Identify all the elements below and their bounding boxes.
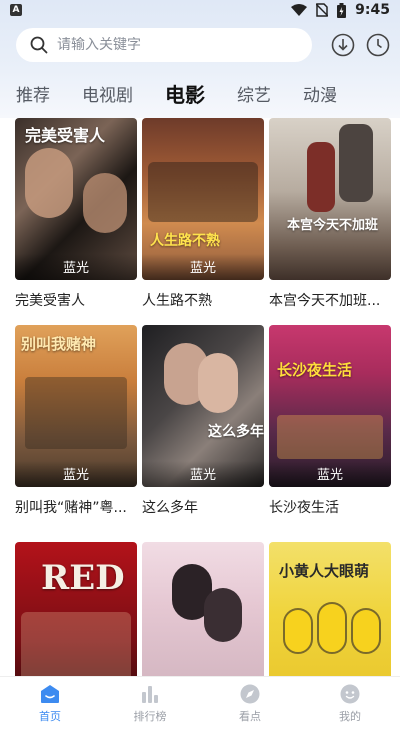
poster-figure <box>204 588 242 642</box>
quality-badge: 蓝光 <box>142 254 264 280</box>
movie-card[interactable]: 这么多年 蓝光 这么多年 <box>142 325 264 517</box>
poster-title-art: 本宫今天不加班 <box>287 218 379 233</box>
category-tabs: 推荐 电视剧 电影 综艺 动漫 <box>16 78 369 108</box>
app-indicator-icon: A <box>10 4 22 16</box>
poster-figure <box>148 162 258 222</box>
poster-figure <box>83 173 127 233</box>
nav-label: 我的 <box>339 710 361 723</box>
poster-figure <box>351 608 381 654</box>
movie-poster[interactable]: 这么多年 蓝光 <box>142 325 264 487</box>
poster-title-art: 人生路不熟 <box>150 233 220 249</box>
tab-movies[interactable]: 电影 <box>165 79 205 108</box>
tab-anime[interactable]: 动漫 <box>303 81 337 106</box>
poster-figure <box>339 124 373 202</box>
quality-badge: 蓝光 <box>142 461 264 487</box>
movie-poster[interactable]: 本宫今天不加班 <box>269 118 391 280</box>
nav-home[interactable]: 首页 <box>10 683 90 724</box>
movie-card[interactable]: 小黄人大眼萌 <box>269 542 391 676</box>
poster-figure <box>307 142 335 212</box>
search-icon <box>30 36 48 54</box>
movie-poster[interactable]: 人生路不熟 蓝光 <box>142 118 264 280</box>
movie-card[interactable]: 长沙夜生活 蓝光 长沙夜生活 <box>269 325 391 517</box>
poster-figure <box>198 353 238 413</box>
movie-poster[interactable]: RED <box>15 542 137 676</box>
movie-card[interactable] <box>142 542 264 676</box>
nav-label: 排行榜 <box>133 710 167 723</box>
movie-card[interactable]: RED <box>15 542 137 676</box>
movie-card[interactable]: 本宫今天不加班 本宫今天不加班... <box>269 118 391 310</box>
poster-title-art: 小黄人大眼萌 <box>279 562 370 580</box>
tab-recommend[interactable]: 推荐 <box>16 81 50 106</box>
movie-card[interactable]: 人生路不熟 蓝光 人生路不熟 <box>142 118 264 310</box>
movie-card[interactable]: 别叫我赌神 蓝光 别叫我“赌神”粤... <box>15 325 137 517</box>
movie-poster[interactable]: 完美受害人 蓝光 <box>15 118 137 280</box>
poster-title-art: 别叫我赌神 <box>21 335 97 353</box>
movie-title: 这么多年 <box>142 500 198 516</box>
nav-profile[interactable]: 我的 <box>310 683 390 724</box>
history-button[interactable] <box>366 33 390 57</box>
movie-card[interactable]: 完美受害人 蓝光 完美受害人 <box>15 118 137 310</box>
poster-title-art: RED <box>41 558 125 598</box>
movie-title: 完美受害人 <box>15 293 85 309</box>
clock: 9:45 <box>355 2 390 18</box>
poster-figure <box>25 148 73 218</box>
movie-poster[interactable] <box>142 542 264 676</box>
quality-badge: 蓝光 <box>15 461 137 487</box>
wifi-icon <box>291 4 308 16</box>
search-box[interactable] <box>16 28 312 62</box>
search-row <box>16 28 390 62</box>
discover-icon <box>240 684 260 704</box>
battery-icon <box>337 2 347 18</box>
nav-ranking[interactable]: 排行榜 <box>110 683 190 724</box>
poster-title-art: 完美受害人 <box>25 126 106 145</box>
poster-figure <box>277 415 383 459</box>
no-sim-icon <box>316 3 329 17</box>
poster-figure <box>317 602 347 654</box>
movie-title: 别叫我“赌神”粤... <box>15 500 127 516</box>
quality-badge: 蓝光 <box>15 254 137 280</box>
bottom-nav: 首页 排行榜 看点 我的 <box>0 676 400 730</box>
poster-figure <box>25 377 127 449</box>
movie-poster[interactable]: 小黄人大眼萌 <box>269 542 391 676</box>
profile-icon <box>340 684 360 704</box>
tab-variety[interactable]: 综艺 <box>237 81 271 106</box>
movie-poster[interactable]: 长沙夜生活 蓝光 <box>269 325 391 487</box>
search-input[interactable] <box>57 37 287 53</box>
nav-label: 看点 <box>239 710 261 723</box>
movie-title: 长沙夜生活 <box>269 500 339 516</box>
history-icon <box>366 33 390 57</box>
tab-tv-series[interactable]: 电视剧 <box>82 81 133 106</box>
movie-grid: 完美受害人 蓝光 完美受害人 人生路不熟 蓝光 人生路不熟 本宫今天不加班 本宫… <box>15 118 393 676</box>
home-icon <box>41 685 59 703</box>
movie-title: 本宫今天不加班... <box>269 293 381 309</box>
quality-badge: 蓝光 <box>269 461 391 487</box>
download-button[interactable] <box>331 33 355 57</box>
ranking-icon <box>142 686 158 703</box>
status-bar: A 9:45 <box>0 0 400 20</box>
poster-title-art: 这么多年 <box>208 424 264 440</box>
movie-title: 人生路不熟 <box>142 293 212 309</box>
download-icon <box>331 33 355 57</box>
poster-title-art: 长沙夜生活 <box>277 361 353 379</box>
poster-figure <box>283 608 313 654</box>
movie-poster[interactable]: 别叫我赌神 蓝光 <box>15 325 137 487</box>
poster-figure <box>21 612 131 676</box>
nav-discover[interactable]: 看点 <box>210 683 290 724</box>
nav-label: 首页 <box>39 710 61 723</box>
